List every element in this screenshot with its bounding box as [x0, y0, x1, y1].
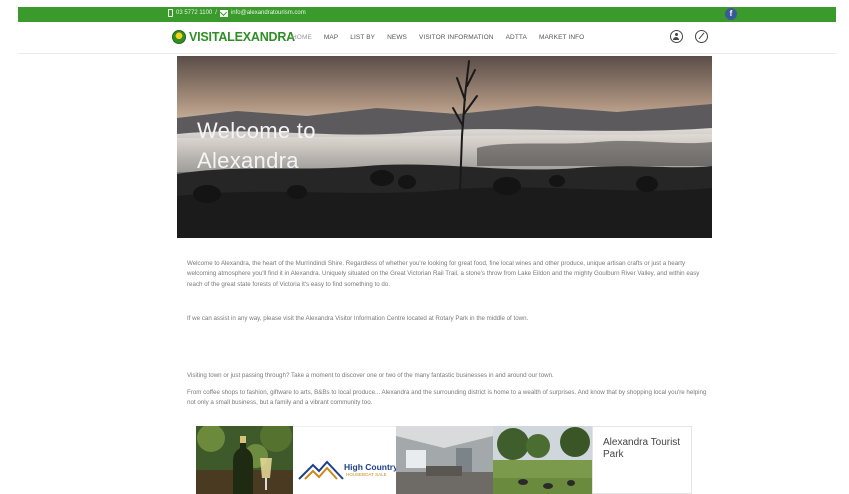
- contact-info: 03 5772 1100 / info@alexandratourism.com: [168, 9, 306, 17]
- nav-adtta[interactable]: ADTTA: [506, 34, 527, 41]
- email-icon: [219, 9, 228, 17]
- facebook-icon[interactable]: f: [725, 8, 737, 20]
- business-tile-farm[interactable]: [493, 426, 592, 494]
- hero-banner: Welcome to Alexandra: [177, 56, 712, 238]
- contact-separator: /: [215, 10, 217, 16]
- mountain-logo-icon: [298, 460, 344, 480]
- discover-paragraph: Visiting town or just passing through? T…: [187, 372, 554, 379]
- houseboat-logo: High Country HOUSEBOAT SALE: [297, 459, 396, 489]
- nav-map[interactable]: MAP: [324, 34, 338, 41]
- phone-number[interactable]: 03 5772 1100: [176, 10, 212, 16]
- nav-home[interactable]: HOME: [292, 34, 312, 41]
- shop-local-paragraph: From coffee shops to fashion, giftware t…: [187, 389, 707, 407]
- hero-title: Welcome to Alexandra: [197, 118, 316, 173]
- nav-market-info[interactable]: MARKET INFO: [539, 34, 584, 41]
- houseboat-brand: High Country: [344, 462, 396, 472]
- site-logo[interactable]: VISITALEXANDRA: [172, 30, 295, 44]
- user-icon[interactable]: [670, 30, 683, 43]
- intro-paragraph: Welcome to Alexandra, the heart of the M…: [187, 260, 700, 288]
- nav-news[interactable]: NEWS: [387, 34, 407, 41]
- wine-bottle-image: [196, 426, 293, 494]
- business-tiles: High Country HOUSEBOAT SALE Alexandra To…: [196, 426, 692, 494]
- business-tile-winery[interactable]: [196, 426, 293, 494]
- phone-icon: [168, 9, 173, 17]
- site-header: VISITALEXANDRA HOME MAP LIST BY NEWS VIS…: [18, 22, 836, 54]
- logo-text: VISITALEXANDRA: [189, 30, 296, 44]
- business-tile-tourist-park[interactable]: Alexandra Tourist Park: [592, 426, 692, 494]
- interior-image: [396, 426, 493, 494]
- email-link[interactable]: info@alexandratourism.com: [231, 10, 306, 16]
- tourist-park-name: Alexandra Tourist Park: [603, 437, 681, 460]
- top-contact-bar: 03 5772 1100 / info@alexandratourism.com…: [18, 7, 836, 22]
- nav-list-by[interactable]: LIST BY: [350, 34, 375, 41]
- business-tile-houseboat[interactable]: High Country HOUSEBOAT SALE: [293, 426, 396, 494]
- houseboat-sub: HOUSEBOAT SALE: [346, 472, 387, 477]
- farm-image: [493, 426, 592, 494]
- logo-mark-icon: [172, 30, 186, 44]
- nav-visitor-information[interactable]: VISITOR INFORMATION: [419, 34, 494, 41]
- compass-icon[interactable]: [695, 30, 708, 43]
- business-tile-interior[interactable]: [396, 426, 493, 494]
- visitor-centre-paragraph: If we can assist in any way, please visi…: [187, 315, 529, 322]
- main-nav: HOME MAP LIST BY NEWS VISITOR INFORMATIO…: [292, 34, 596, 41]
